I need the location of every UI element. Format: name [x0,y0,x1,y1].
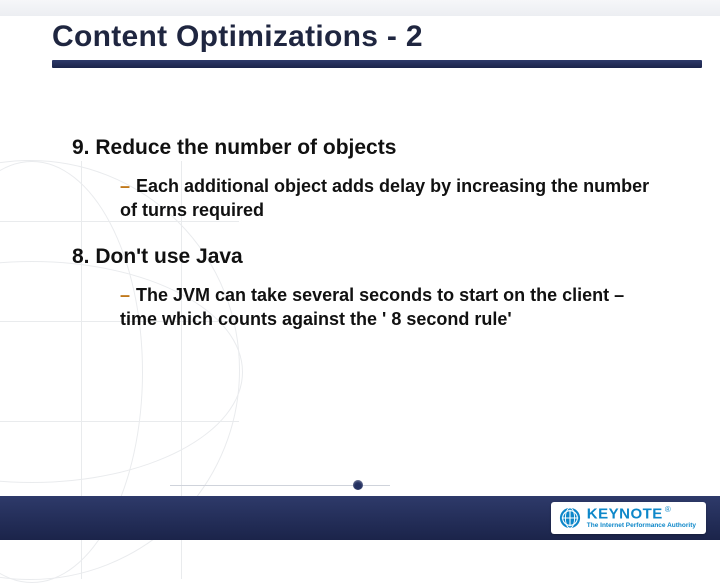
keynote-tagline: The Internet Performance Authority [587,523,696,530]
keynote-mark-icon [559,507,581,529]
keynote-wordmark: KEYNOTE [587,505,663,522]
keynote-logo: KEYNOTE® The Internet Performance Author… [551,502,706,534]
top-stripe [0,0,720,16]
point-sub-text: Each additional object adds delay by inc… [120,176,649,220]
point-sub: –Each additional object adds delay by in… [120,174,660,223]
footer-bar: KEYNOTE® The Internet Performance Author… [0,496,720,540]
point-sub-text: The JVM can take several seconds to star… [120,285,624,329]
registered-mark-icon: ® [665,505,671,514]
point-sub: –The JVM can take several seconds to sta… [120,283,660,332]
keynote-logo-text: KEYNOTE® The Internet Performance Author… [587,506,696,530]
footer-dot-icon [353,480,363,490]
slide-title: Content Optimizations - 2 [52,20,423,54]
point-heading: 8. Don't use Java [72,245,660,269]
bullet-dash-icon: – [120,176,130,196]
title-underline-bar [52,60,702,68]
point-heading: 9. Reduce the number of objects [72,136,660,160]
slide-body: 9. Reduce the number of objects –Each ad… [72,136,660,353]
bullet-dash-icon: – [120,285,130,305]
